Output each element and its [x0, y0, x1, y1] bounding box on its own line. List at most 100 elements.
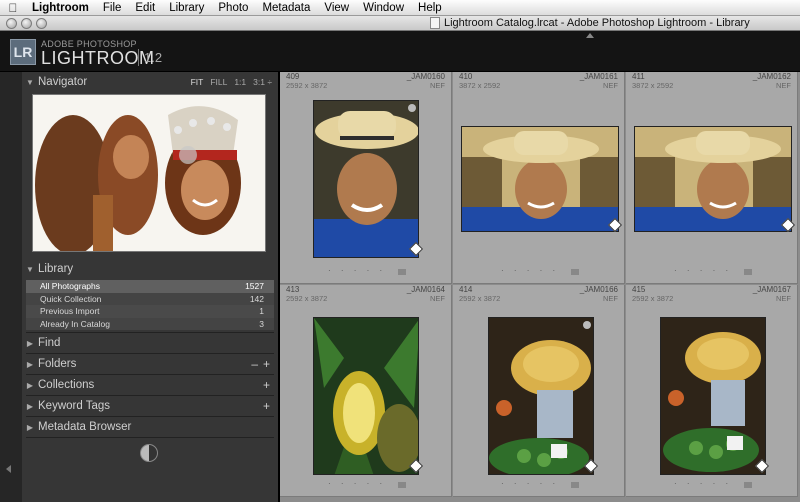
find-title: Find: [38, 337, 61, 349]
grid-cell[interactable]: 414 _JAM0166 2592 x 3872 NEF · · · · ·: [453, 285, 625, 497]
find-header[interactable]: ▶ Find: [22, 333, 278, 353]
flag-icon[interactable]: [744, 269, 752, 275]
cell-index: 413: [286, 285, 300, 294]
left-panel: ▼ Navigator FIT FILL 1:1 3:1 ÷ ▼ Library…: [22, 72, 278, 502]
flag-icon[interactable]: [398, 482, 406, 488]
thumbnail-image: [462, 127, 618, 231]
quick-collection-icon[interactable]: [408, 104, 416, 112]
navigator-preview[interactable]: [32, 94, 266, 252]
thumbnail[interactable]: [488, 317, 594, 475]
thumbnail[interactable]: [660, 317, 766, 475]
menu-lightroom[interactable]: Lightroom: [26, 0, 96, 16]
thumbnail[interactable]: [461, 126, 619, 232]
library-item[interactable]: Quick Collection 142: [26, 292, 274, 305]
flag-icon[interactable]: [571, 482, 579, 488]
library-item[interactable]: All Photographs 1527: [26, 280, 274, 293]
collapse-triangle-icon: ▶: [26, 359, 34, 369]
left-panel-toggle-icon[interactable]: [6, 465, 11, 473]
cell-extension: NEF: [603, 294, 618, 303]
thumbnail[interactable]: [313, 100, 419, 258]
left-edge-strip: [0, 72, 22, 502]
cell-index: 411: [632, 72, 645, 81]
cell-dimensions: 2592 x 3872: [459, 294, 501, 303]
library-item-label: Already In Catalog: [40, 318, 110, 329]
zoom-fill[interactable]: FILL: [210, 72, 227, 92]
menu-help[interactable]: Help: [411, 0, 449, 16]
remove-folder-button[interactable]: –: [251, 357, 258, 371]
cell-filename: _JAM0162: [752, 72, 791, 81]
menu-photo[interactable]: Photo: [211, 0, 255, 16]
grid-cell[interactable]: 411 _JAM0162 3872 x 2592 NEF · · · · ·: [626, 72, 798, 284]
rating-dots[interactable]: · · · · ·: [328, 266, 386, 275]
menu-edit[interactable]: Edit: [128, 0, 162, 16]
rating-dots[interactable]: · · · · ·: [328, 479, 386, 488]
menu-window[interactable]: Window: [356, 0, 411, 16]
add-collection-button[interactable]: +: [263, 378, 270, 392]
panel-end-mark-icon: [140, 444, 158, 462]
grid-cell[interactable]: 409 _JAM0160 2592 x 3872 NEF · · · · ·: [280, 72, 452, 284]
document-icon: [430, 17, 440, 29]
divider: [26, 437, 274, 438]
grid-cell[interactable]: 413 _JAM0164 2592 x 3872 NEF · · · · ·: [280, 285, 452, 497]
rating-dots[interactable]: · · · · ·: [674, 266, 732, 275]
library-header[interactable]: ▼ Library: [22, 259, 278, 279]
grid-cell[interactable]: 410 _JAM0161 3872 x 2592 NEF · · · · ·: [453, 72, 625, 284]
library-item[interactable]: Already In Catalog 3: [26, 317, 274, 330]
quick-collection-icon[interactable]: [583, 321, 591, 329]
thumbnail[interactable]: [313, 317, 419, 475]
flag-icon[interactable]: [744, 482, 752, 488]
thumbnail-image: [635, 127, 791, 231]
navigator-title: Navigator: [38, 76, 88, 88]
cell-dimensions: 2592 x 3872: [632, 294, 674, 303]
collections-title: Collections: [38, 379, 95, 391]
collapse-triangle-icon: ▶: [26, 380, 34, 390]
expand-triangle-icon: ▼: [26, 264, 34, 274]
library-item[interactable]: Previous Import 1: [26, 305, 274, 318]
cell-filename: _JAM0166: [579, 285, 618, 294]
lightroom-logo: LR: [10, 39, 36, 65]
window-controls: [0, 17, 430, 29]
cell-dimensions: 3872 x 2592: [459, 81, 501, 90]
add-folder-button[interactable]: +: [263, 357, 270, 371]
zoom-window-button[interactable]: [36, 17, 47, 29]
menu-view[interactable]: View: [317, 0, 356, 16]
cell-extension: NEF: [430, 294, 445, 303]
add-keyword-button[interactable]: +: [263, 399, 270, 413]
thumbnail-image: [314, 318, 418, 474]
flag-icon[interactable]: [398, 269, 406, 275]
folders-header[interactable]: ▶ Folders – +: [22, 354, 278, 374]
thumbnail-image: [489, 318, 593, 474]
metadata-browser-header[interactable]: ▶ Metadata Browser: [22, 417, 278, 437]
apple-icon[interactable]: : [0, 1, 26, 15]
rating-dots[interactable]: · · · · ·: [674, 479, 732, 488]
flag-icon[interactable]: [571, 269, 579, 275]
expand-triangle-icon: ▼: [26, 77, 34, 87]
menu-library[interactable]: Library: [162, 0, 211, 16]
menu-file[interactable]: File: [96, 0, 129, 16]
close-window-button[interactable]: [6, 17, 17, 29]
keyword-tags-header[interactable]: ▶ Keyword Tags +: [22, 396, 278, 416]
grid-cell[interactable]: 415 _JAM0167 2592 x 3872 NEF · · · · ·: [626, 285, 798, 497]
cell-extension: NEF: [776, 81, 791, 90]
cell-index: 409: [286, 72, 300, 81]
cell-filename: _JAM0164: [406, 285, 445, 294]
zoom-1-1[interactable]: 1:1: [234, 72, 246, 92]
collections-header[interactable]: ▶ Collections +: [22, 375, 278, 395]
top-panel-toggle-icon[interactable]: [586, 33, 594, 38]
library-grid: 409 _JAM0160 2592 x 3872 NEF · · · · · 4…: [280, 72, 800, 502]
navigator-header[interactable]: ▼ Navigator FIT FILL 1:1 3:1 ÷: [22, 72, 278, 92]
library-item-count: 3: [259, 318, 264, 329]
navigator-zoom-options: FIT FILL 1:1 3:1 ÷: [191, 72, 272, 92]
zoom-fit[interactable]: FIT: [191, 72, 204, 92]
thumbnail-image: [314, 101, 418, 257]
rating-dots[interactable]: · · · · ·: [501, 266, 559, 275]
rating-dots[interactable]: · · · · ·: [501, 479, 559, 488]
cell-filename: _JAM0160: [406, 72, 445, 81]
zoom-3-1[interactable]: 3:1 ÷: [253, 72, 272, 92]
minimize-window-button[interactable]: [21, 17, 32, 29]
library-title: Library: [38, 263, 74, 275]
cell-dimensions: 2592 x 3872: [286, 294, 328, 303]
collapse-triangle-icon: ▶: [26, 338, 34, 348]
menu-metadata[interactable]: Metadata: [255, 0, 317, 16]
thumbnail[interactable]: [634, 126, 792, 232]
